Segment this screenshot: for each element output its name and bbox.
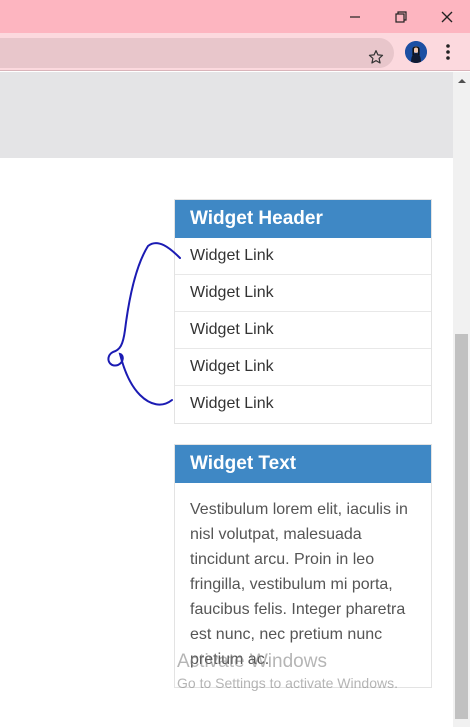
profile-icon	[405, 41, 427, 63]
widget-link[interactable]: Widget Link	[175, 349, 431, 386]
avatar[interactable]	[405, 41, 427, 63]
scroll-up-button[interactable]	[453, 72, 470, 89]
window-titlebar	[0, 0, 470, 33]
widget-link-list: Widget Link Widget Link Widget Link Widg…	[175, 238, 431, 423]
widget-link[interactable]: Widget Link	[175, 238, 431, 275]
widget-link[interactable]: Widget Link	[175, 275, 431, 312]
links-widget: Widget Header Widget Link Widget Link Wi…	[174, 199, 432, 424]
browser-toolbar	[0, 33, 470, 71]
close-button[interactable]	[424, 0, 470, 33]
activate-windows-watermark: Activate Windows Go to Settings to activ…	[177, 651, 398, 693]
restore-button[interactable]	[378, 0, 424, 33]
widget-header: Widget Header	[175, 200, 431, 238]
bookmark-button[interactable]	[362, 43, 390, 71]
address-bar[interactable]	[0, 38, 394, 68]
page-scrollbar[interactable]	[453, 72, 470, 727]
browser-menu-button[interactable]	[437, 40, 459, 64]
widget-link[interactable]: Widget Link	[175, 312, 431, 349]
widget-text-header: Widget Text	[175, 445, 431, 483]
page-header-band	[0, 72, 453, 158]
kebab-menu-icon	[446, 44, 450, 60]
scroll-up-arrow-icon	[457, 78, 466, 83]
watermark-title: Activate Windows	[177, 651, 327, 672]
close-icon	[441, 11, 453, 22]
page-content: Widget Header Widget Link Widget Link Wi…	[0, 72, 453, 727]
watermark-subtitle: Go to Settings to activate Windows.	[177, 675, 398, 691]
restore-icon	[395, 10, 407, 23]
minimize-icon	[350, 15, 360, 18]
scroll-thumb[interactable]	[455, 334, 468, 719]
minimize-button[interactable]	[332, 0, 378, 33]
star-icon	[368, 50, 384, 64]
widget-link[interactable]: Widget Link	[175, 386, 431, 423]
